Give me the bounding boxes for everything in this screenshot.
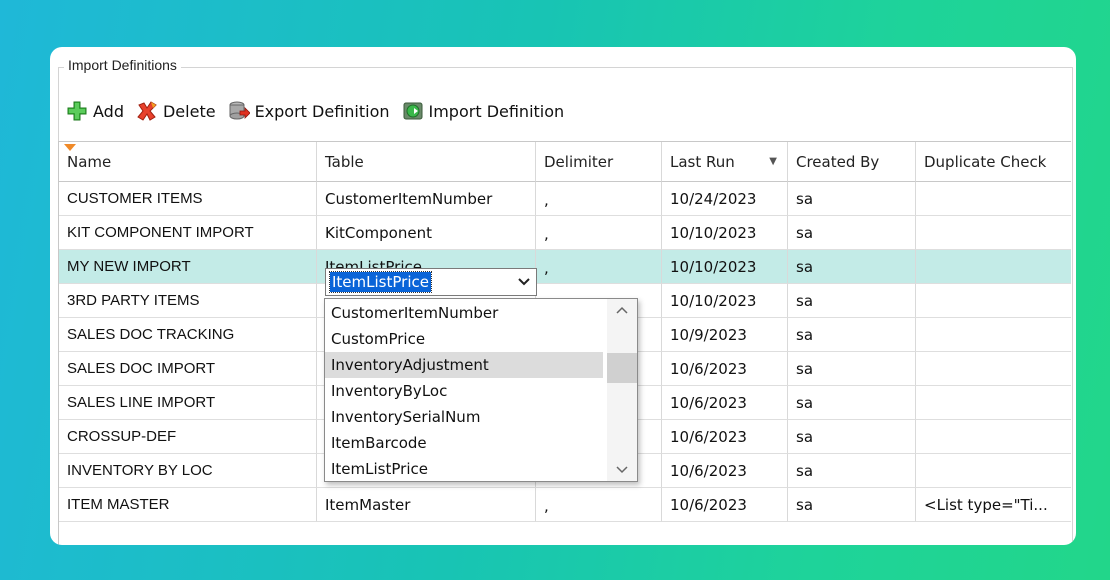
filter-corner-icon[interactable] [64, 144, 76, 151]
add-icon [67, 101, 87, 121]
column-header-delimiter[interactable]: Delimiter [536, 142, 662, 182]
cell-duplicate-check[interactable] [916, 182, 1071, 216]
dropdown-item[interactable]: CustomerItemNumber [325, 300, 603, 326]
cell-last-run[interactable]: 10/6/2023 [662, 420, 788, 454]
cell-duplicate-check[interactable] [916, 284, 1071, 318]
cell-delimiter[interactable]: , [536, 182, 662, 216]
cell-last-run[interactable]: 10/24/2023 [662, 182, 788, 216]
cell-last-run[interactable]: 10/6/2023 [662, 386, 788, 420]
delete-button[interactable]: Delete [136, 100, 216, 122]
add-button[interactable]: Add [66, 100, 124, 122]
dropdown-item[interactable]: ItemListPrice [325, 456, 603, 481]
column-header-created-by[interactable]: Created By [788, 142, 916, 182]
toolbar: Add Delete Export Definition Import Defi… [66, 99, 576, 123]
scroll-up-icon[interactable] [607, 299, 637, 321]
add-label: Add [93, 101, 124, 121]
cell-name[interactable]: CUSTOMER ITEMS [59, 182, 317, 216]
cell-name[interactable]: SALES DOC TRACKING [59, 318, 317, 352]
cell-last-run[interactable]: 10/6/2023 [662, 488, 788, 522]
table-combo-value[interactable]: ItemListPrice [329, 271, 432, 293]
table-row[interactable]: CUSTOMER ITEMS CustomerItemNumber, 10/24/2… [59, 182, 1071, 216]
table-combo-editor[interactable]: ItemListPrice [325, 268, 537, 296]
import-definition-button[interactable]: Import Definition [402, 100, 565, 122]
cell-name[interactable]: 3RD PARTY ITEMS [59, 284, 317, 318]
cell-last-run[interactable]: 10/9/2023 [662, 318, 788, 352]
cell-name[interactable]: SALES DOC IMPORT [59, 352, 317, 386]
table-row[interactable]: MY NEW IMPORT ItemListPrice, 10/10/2023 sa [59, 250, 1071, 284]
cell-duplicate-check[interactable] [916, 216, 1071, 250]
table-row[interactable]: ITEM MASTER ItemMaster, 10/6/2023 sa <List t… [59, 488, 1071, 522]
dropdown-item[interactable]: InventoryByLoc [325, 378, 603, 404]
cell-created-by[interactable]: sa [788, 386, 916, 420]
cell-duplicate-check[interactable]: <List type="Ti... [916, 488, 1071, 522]
cell-delimiter[interactable]: , [536, 216, 662, 250]
cell-table[interactable]: KitComponent [317, 216, 536, 250]
cell-name[interactable]: MY NEW IMPORT [59, 250, 317, 284]
column-header-last-run[interactable]: Last Run ▼ [662, 142, 788, 182]
cell-created-by[interactable]: sa [788, 352, 916, 386]
cell-last-run[interactable]: 10/10/2023 [662, 250, 788, 284]
cell-created-by[interactable]: sa [788, 318, 916, 352]
dropdown-item[interactable]: CustomPrice [325, 326, 603, 352]
scrollbar-thumb[interactable] [607, 353, 637, 383]
column-header-name[interactable]: Name [59, 142, 317, 182]
cell-created-by[interactable]: sa [788, 250, 916, 284]
database-import-icon [403, 102, 422, 120]
scroll-down-icon[interactable] [607, 459, 637, 481]
group-title: Import Definitions [64, 57, 181, 73]
export-definition-button[interactable]: Export Definition [228, 100, 390, 122]
cell-created-by[interactable]: sa [788, 454, 916, 488]
cell-table[interactable]: CustomerItemNumber [317, 182, 536, 216]
chevron-down-icon[interactable] [512, 269, 536, 295]
delete-label: Delete [162, 101, 216, 121]
cell-last-run[interactable]: 10/10/2023 [662, 216, 788, 250]
cell-created-by[interactable]: sa [788, 420, 916, 454]
cell-last-run[interactable]: 10/6/2023 [662, 454, 788, 488]
column-header-table[interactable]: Table [317, 142, 536, 182]
cell-created-by[interactable]: sa [788, 284, 916, 318]
cell-name[interactable]: INVENTORY BY LOC [59, 454, 317, 488]
cell-last-run[interactable]: 10/10/2023 [662, 284, 788, 318]
database-export-icon [229, 101, 250, 120]
table-row[interactable]: KIT COMPONENT IMPORT KitComponent, 10/10/2… [59, 216, 1071, 250]
import-definitions-panel: Import Definitions Add Delete Export Def… [50, 47, 1076, 545]
definitions-grid: Name Table Delimiter Last Run ▼ Created … [58, 141, 1071, 545]
table-dropdown-list[interactable]: CustomerItemNumber CustomPrice InventoryAd… [324, 298, 638, 482]
dropdown-item[interactable]: InventorySerialNum [325, 404, 603, 430]
export-definition-label: Export Definition [254, 101, 390, 121]
cell-duplicate-check[interactable] [916, 420, 1071, 454]
cell-duplicate-check[interactable] [916, 318, 1071, 352]
dropdown-scrollbar[interactable] [607, 299, 637, 481]
cell-last-run[interactable]: 10/6/2023 [662, 352, 788, 386]
cell-duplicate-check[interactable] [916, 454, 1071, 488]
import-definition-label: Import Definition [428, 101, 565, 121]
cell-table[interactable]: ItemMaster [317, 488, 536, 522]
cell-created-by[interactable]: sa [788, 182, 916, 216]
cell-duplicate-check[interactable] [916, 352, 1071, 386]
column-header-duplicate-check[interactable]: Duplicate Check [916, 142, 1071, 182]
cell-created-by[interactable]: sa [788, 488, 916, 522]
cell-name[interactable]: SALES LINE IMPORT [59, 386, 317, 420]
cell-delimiter[interactable]: , [536, 488, 662, 522]
cell-created-by[interactable]: sa [788, 216, 916, 250]
cell-name[interactable]: ITEM MASTER [59, 488, 317, 522]
sort-descending-icon: ▼ [769, 156, 777, 167]
cell-name[interactable]: CROSSUP-DEF [59, 420, 317, 454]
cell-name[interactable]: KIT COMPONENT IMPORT [59, 216, 317, 250]
grid-header: Name Table Delimiter Last Run ▼ Created … [59, 142, 1071, 182]
dropdown-item[interactable]: ItemBarcode [325, 430, 603, 456]
cell-duplicate-check[interactable] [916, 386, 1071, 420]
cell-duplicate-check[interactable] [916, 250, 1071, 284]
delete-icon [137, 101, 157, 121]
dropdown-item[interactable]: InventoryAdjustment [325, 352, 603, 378]
cell-delimiter[interactable]: , [536, 250, 662, 284]
